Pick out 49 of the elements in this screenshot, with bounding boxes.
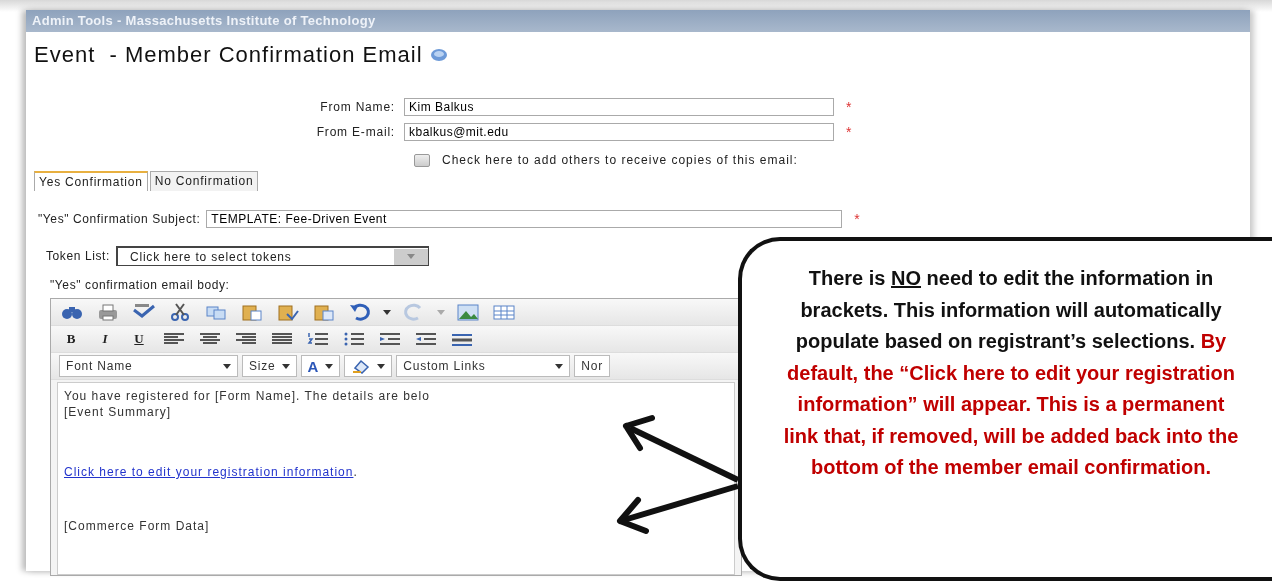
subject-field[interactable]: TEMPLATE: Fee-Driven Event	[206, 210, 843, 228]
email-body-field[interactable]: You have registered for [Form Name]. The details are belo [Event Summary] Click here to edit your registration information. [Commerce Form Data]	[57, 382, 735, 575]
required-mark: *	[854, 211, 860, 227]
checkbox-label: Check here to add others to receive copies of this email:	[442, 153, 798, 167]
caret-icon	[406, 254, 415, 259]
paste-text-icon[interactable]	[276, 302, 300, 322]
punctuation: .	[353, 465, 358, 479]
paste-icon[interactable]	[240, 302, 264, 322]
caret-icon[interactable]	[377, 363, 386, 369]
caret-icon	[281, 363, 290, 369]
underline-button[interactable]: U	[127, 329, 151, 349]
tab[interactable]: Yes Confirmation	[34, 171, 148, 191]
field-label: "Yes" Confirmation Subject:	[38, 212, 201, 226]
undo-icon[interactable]	[348, 302, 372, 322]
format-dropdown[interactable]: Custom Links	[396, 355, 571, 377]
image-icon[interactable]	[456, 302, 480, 322]
caret-icon	[555, 363, 564, 369]
caret-icon[interactable]	[383, 309, 391, 315]
format-dropdown[interactable]: Nor	[574, 355, 610, 377]
body-text: [Event Summary]	[64, 405, 173, 421]
token-dropdown[interactable]: Click here to select tokens	[115, 246, 429, 266]
highlight-icon[interactable]	[351, 358, 372, 374]
page-title: Event - Member Confirmation Email	[34, 42, 423, 68]
tab[interactable]: No Confirmation	[149, 171, 259, 191]
field-label: Token List:	[46, 249, 110, 263]
bold-button[interactable]: B	[59, 329, 83, 349]
field-label: "Yes" confirmation email body:	[50, 278, 230, 292]
help-icon[interactable]	[430, 48, 447, 62]
format-dropdown[interactable]: Font Name	[59, 355, 238, 377]
field-label: From E-mail:	[315, 125, 396, 139]
body-text: [Commerce Form Data]	[64, 519, 211, 535]
italic-button[interactable]: I	[93, 329, 117, 349]
cut-icon[interactable]	[168, 302, 192, 322]
format-dropdown[interactable]: Size	[242, 355, 297, 377]
body-text: You have registered for [Form Name]. The details are belo	[64, 389, 431, 405]
required-mark: *	[846, 124, 852, 140]
field-label: From Name:	[319, 100, 396, 114]
name-field[interactable]: Kim Balkus	[404, 98, 834, 116]
email-field[interactable]: kbalkus@mit.edu	[404, 123, 834, 141]
callout-text: There is NO need to edit the information in brackets. This information will automatically populate based on registrant’s selections. By default, the “Click here to edit your registration information” will appear. This is a permanent link that, if removed, will be added back into the bottom of the member email confirmation.	[782, 266, 1240, 480]
caret-icon[interactable]	[325, 363, 334, 369]
edit-registration-link[interactable]: Click here to edit your registration information	[64, 465, 354, 479]
caret-icon	[223, 363, 231, 369]
print-icon[interactable]	[96, 302, 120, 322]
paste-word-icon[interactable]	[312, 302, 336, 322]
window-title: Admin Tools - Massachusetts Institute of Technology	[26, 10, 1250, 32]
table-icon[interactable]	[492, 302, 516, 322]
required-mark: *	[846, 99, 852, 115]
checkbox[interactable]	[414, 153, 430, 167]
